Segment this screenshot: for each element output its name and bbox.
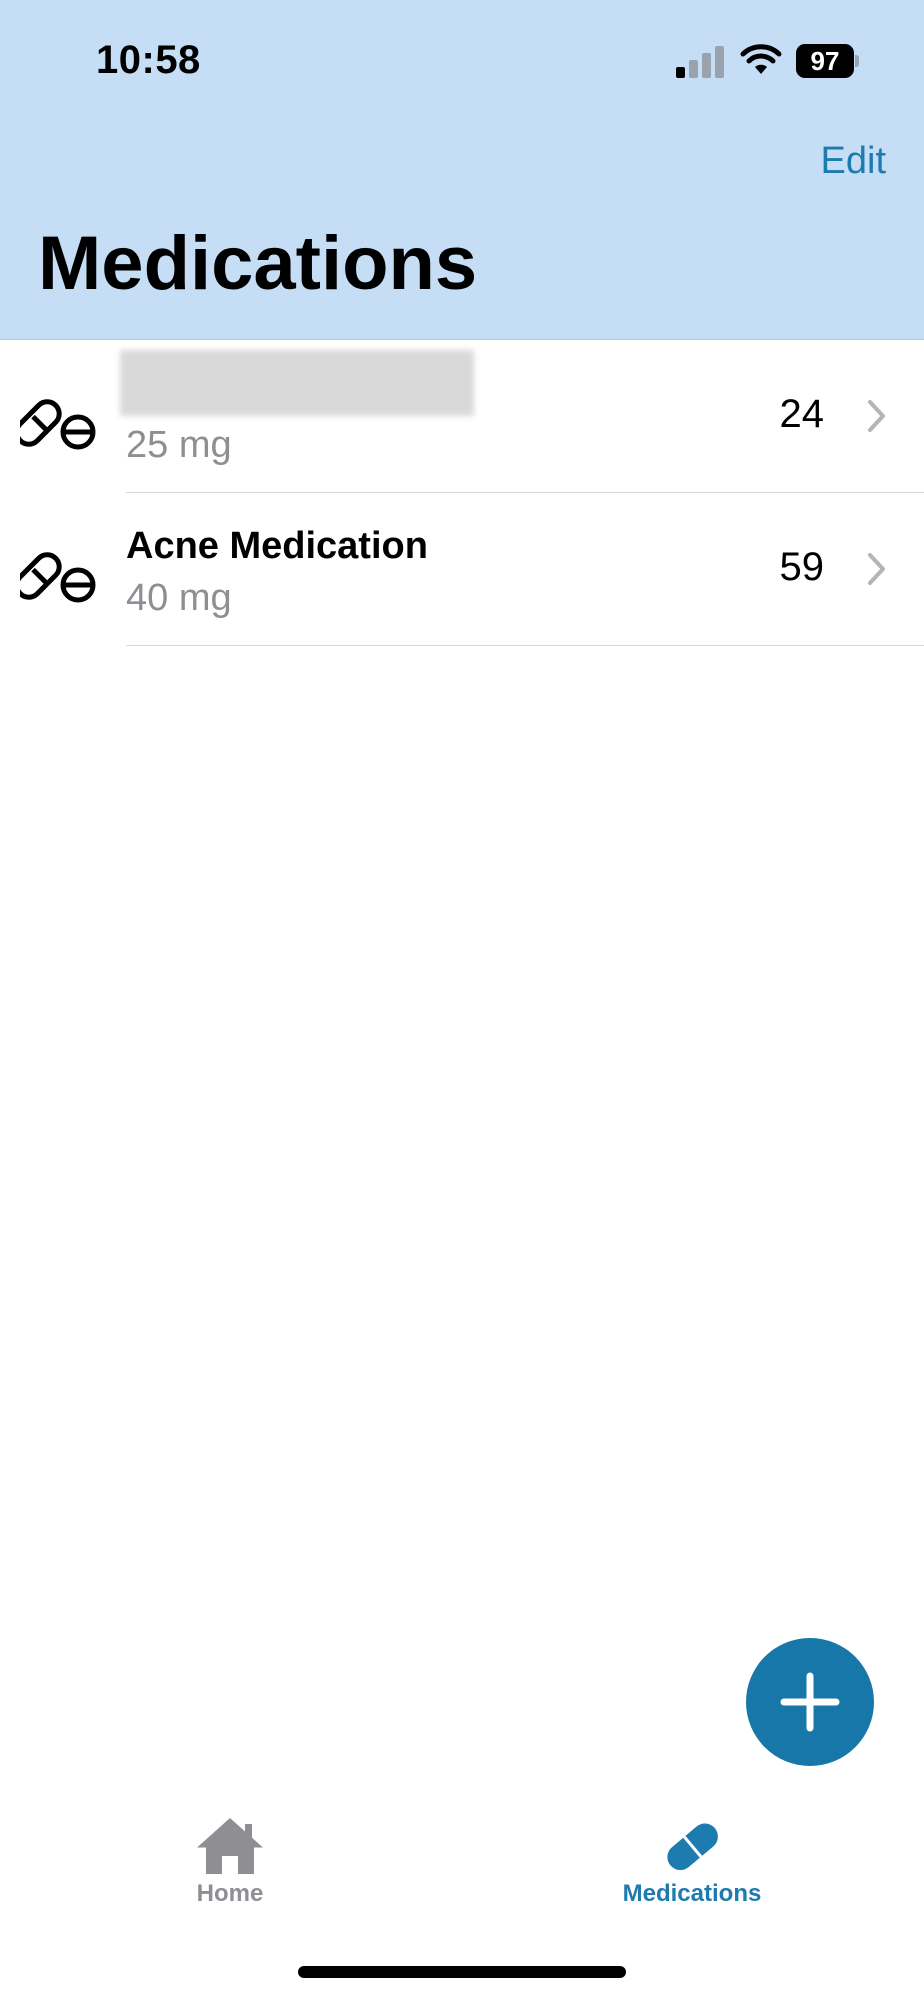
medication-row[interactable]: 25 mg 24: [0, 340, 924, 493]
chevron-right-icon: [868, 400, 885, 432]
pill-icon: [667, 1823, 718, 1871]
tab-home-label: Home: [196, 1880, 264, 1907]
medication-count: 59: [779, 545, 825, 589]
plus-icon: [780, 1672, 840, 1732]
medication-row[interactable]: Acne Medication 40 mg 59: [0, 493, 924, 646]
medication-list: 25 mg 24 Acne Medication 40 mg 59: [0, 340, 924, 646]
status-time: 10:58: [96, 38, 201, 82]
chevron-right-icon: [868, 553, 885, 585]
medication-dose: 25 mg: [126, 424, 232, 466]
house-icon: [197, 1817, 263, 1874]
battery-level: 97: [796, 44, 854, 78]
cellular-signal-icon: [676, 44, 724, 78]
pills-icon: [20, 399, 96, 450]
medication-dose: 40 mg: [126, 577, 232, 619]
pills-icon: [20, 552, 96, 603]
edit-button[interactable]: Edit: [821, 140, 886, 183]
row-divider: [126, 645, 924, 646]
add-medication-button[interactable]: [746, 1638, 874, 1766]
tab-medications[interactable]: Medications: [582, 1816, 802, 1908]
tab-home[interactable]: Home: [120, 1816, 340, 1908]
navigation-header: 10:58 97 Edit Medications: [0, 0, 924, 340]
home-indicator[interactable]: [298, 1966, 626, 1978]
medication-count: 24: [779, 392, 825, 436]
battery-icon: 97: [796, 44, 860, 78]
page-title: Medications: [38, 221, 478, 306]
wifi-icon: [740, 44, 782, 74]
tab-medications-label: Medications: [622, 1880, 762, 1907]
medication-name: Acne Medication: [126, 525, 428, 567]
redacted-medication-name: [120, 350, 474, 416]
